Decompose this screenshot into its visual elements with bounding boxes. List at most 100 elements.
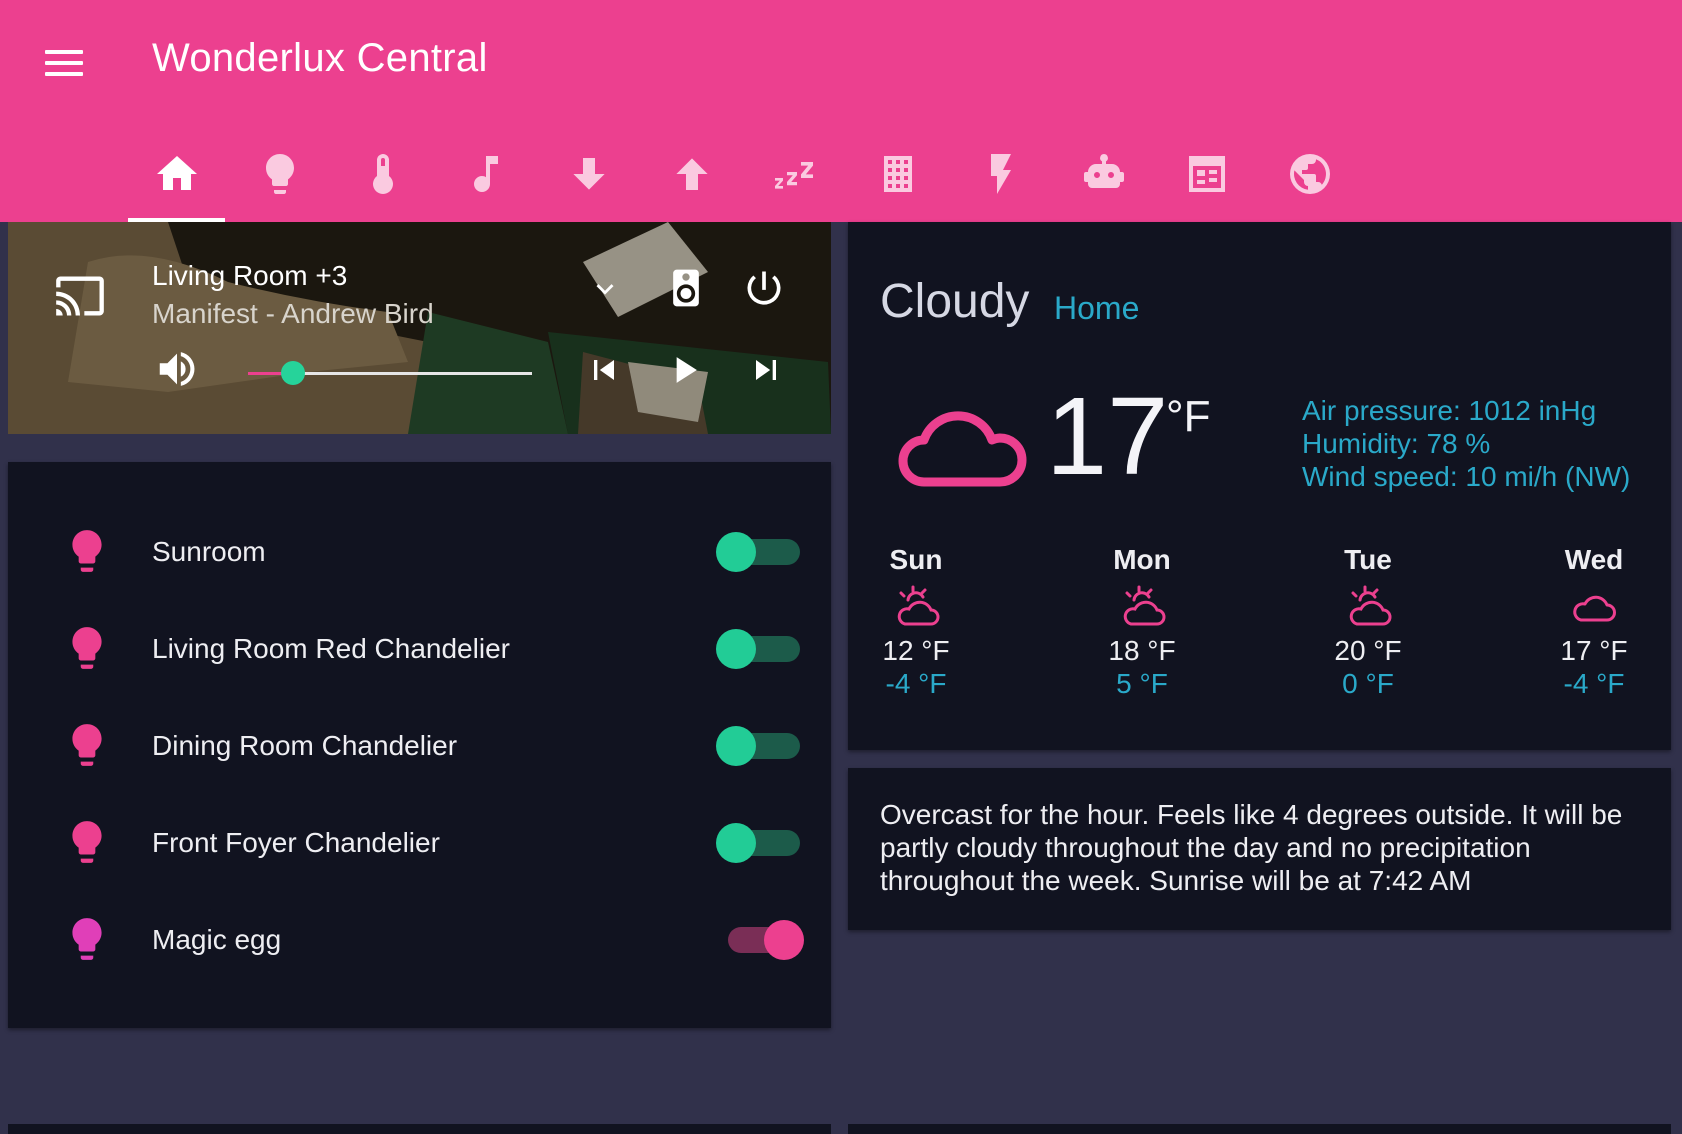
partly-cloudy-icon [897,585,940,626]
forecast-day: Tue 20 °F 0 °F [1288,544,1448,700]
cast-icon [56,276,104,316]
light-toggle[interactable] [716,627,814,671]
play-icon [676,357,697,383]
forecast: Sun 12 °F -4 °F Mon 18 °F 5 °F Tue 20 °F… [848,544,1671,724]
humidity: Humidity: 78 % [1302,428,1491,459]
tab-climate[interactable] [331,138,434,222]
forecast-high: 12 °F [882,635,950,666]
weather-card: Cloudy Home 17 °F Air pressure: 1012 inH… [848,222,1671,750]
chevron-down-icon [596,284,614,295]
light-toggle[interactable] [716,530,814,574]
lights-card: Sunroom Living Room Red Chandelier Dinin… [8,462,831,1028]
temperature-unit: °F [1166,392,1211,441]
lightbulb-icon [72,821,102,863]
lightbulb-icon [72,918,102,960]
partly-cloudy-icon [1349,585,1392,626]
media-title: Manifest - Andrew Bird [152,298,434,329]
light-toggle[interactable] [716,821,814,865]
robot-icon [1083,154,1124,188]
skip-next-icon [756,360,776,380]
forecast-low: -4 °F [1563,668,1625,699]
light-row: Living Room Red Chandelier [8,601,831,698]
forecast-day-name: Wed [1564,544,1624,575]
tab-upstairs[interactable] [640,138,743,222]
forecast-day: Mon 18 °F 5 °F [1062,544,1222,700]
forecast-high: 17 °F [1560,635,1628,666]
tab-energy[interactable] [949,138,1052,222]
light-row: Dining Room Chandelier [8,698,831,795]
partly-cloudy-icon [1123,585,1166,626]
light-name: Front Foyer Chandelier [152,827,440,858]
tab-downstairs[interactable] [537,138,640,222]
sleep-icon [774,162,813,189]
wind-speed: Wind speed: 10 mi/h (NW) [1302,461,1631,492]
app-title: Wonderlux Central [152,36,488,80]
current-temperature: 17 [1046,375,1169,498]
globe-icon [1289,154,1330,194]
volume-slider-handle[interactable] [281,361,305,385]
calendar-icon [1188,156,1225,192]
light-name: Dining Room Chandelier [152,730,458,761]
tab-home[interactable] [125,138,228,222]
light-name: Living Room Red Chandelier [152,633,510,664]
tab-calendar[interactable] [1155,138,1258,222]
forecast-day: Wed 17 °F -4 °F [1514,544,1674,700]
cloud-icon [898,411,1027,487]
lightbulb-icon [265,154,294,194]
home-icon [156,156,197,190]
volume-slider[interactable] [248,361,532,385]
arrow-down-icon [572,158,605,190]
tab-map[interactable] [1258,138,1361,222]
forecast-low: 0 °F [1342,668,1394,699]
cloud-icon [1573,595,1616,622]
lightbulb-icon [72,530,102,572]
power-icon [747,271,781,305]
tab-music[interactable] [434,138,537,222]
light-name: Magic egg [152,924,282,955]
card [8,1124,831,1134]
building-icon [883,156,912,192]
weather-condition: Cloudy [880,275,1030,328]
forecast-high: 20 °F [1334,635,1402,666]
speaker-icon [673,269,699,307]
forecast-day: Sun 12 °F -4 °F [836,544,996,700]
mute-button[interactable] [154,346,200,392]
forecast-day-name: Tue [1344,544,1392,575]
previous-track-button[interactable] [584,350,624,390]
forecast-day-name: Sun [889,544,943,575]
forecast-low: 5 °F [1116,668,1168,699]
media-player-card: Living Room +3 Manifest - Andrew Bird [8,222,831,434]
air-pressure: Air pressure: 1012 inHg [1302,395,1597,426]
tab-automation[interactable] [1052,138,1155,222]
tab-sleep[interactable] [743,138,846,222]
card [848,1124,1671,1134]
menu-button[interactable] [38,42,90,82]
cast-button[interactable] [54,270,106,322]
expand-button[interactable] [588,272,622,306]
light-toggle[interactable] [716,724,814,768]
lightbulb-icon [72,724,102,766]
volume-icon [159,352,195,386]
play-button[interactable] [662,348,706,392]
lightning-icon [990,154,1011,194]
skip-previous-icon [594,360,614,380]
light-row: Magic egg [8,892,831,989]
light-toggle[interactable] [718,918,814,962]
tab-lights[interactable] [228,138,331,222]
view-tabs [125,138,1361,222]
forecast-day-name: Mon [1113,544,1171,575]
weather-location: Home [1054,290,1140,326]
speaker-group-button[interactable] [664,266,708,310]
arrow-up-icon [675,158,708,190]
next-track-button[interactable] [746,350,786,390]
forecast-low: -4 °F [885,668,947,699]
light-row: Front Foyer Chandelier [8,795,831,892]
music-note-icon [473,156,498,192]
thermometer-icon [372,154,393,194]
tab-building[interactable] [846,138,949,222]
light-name: Sunroom [152,536,266,567]
media-source: Living Room +3 [152,260,348,291]
power-button[interactable] [742,266,786,310]
light-row: Sunroom [8,504,831,601]
forecast-summary-card: Overcast for the hour. Feels like 4 degr… [848,768,1671,930]
